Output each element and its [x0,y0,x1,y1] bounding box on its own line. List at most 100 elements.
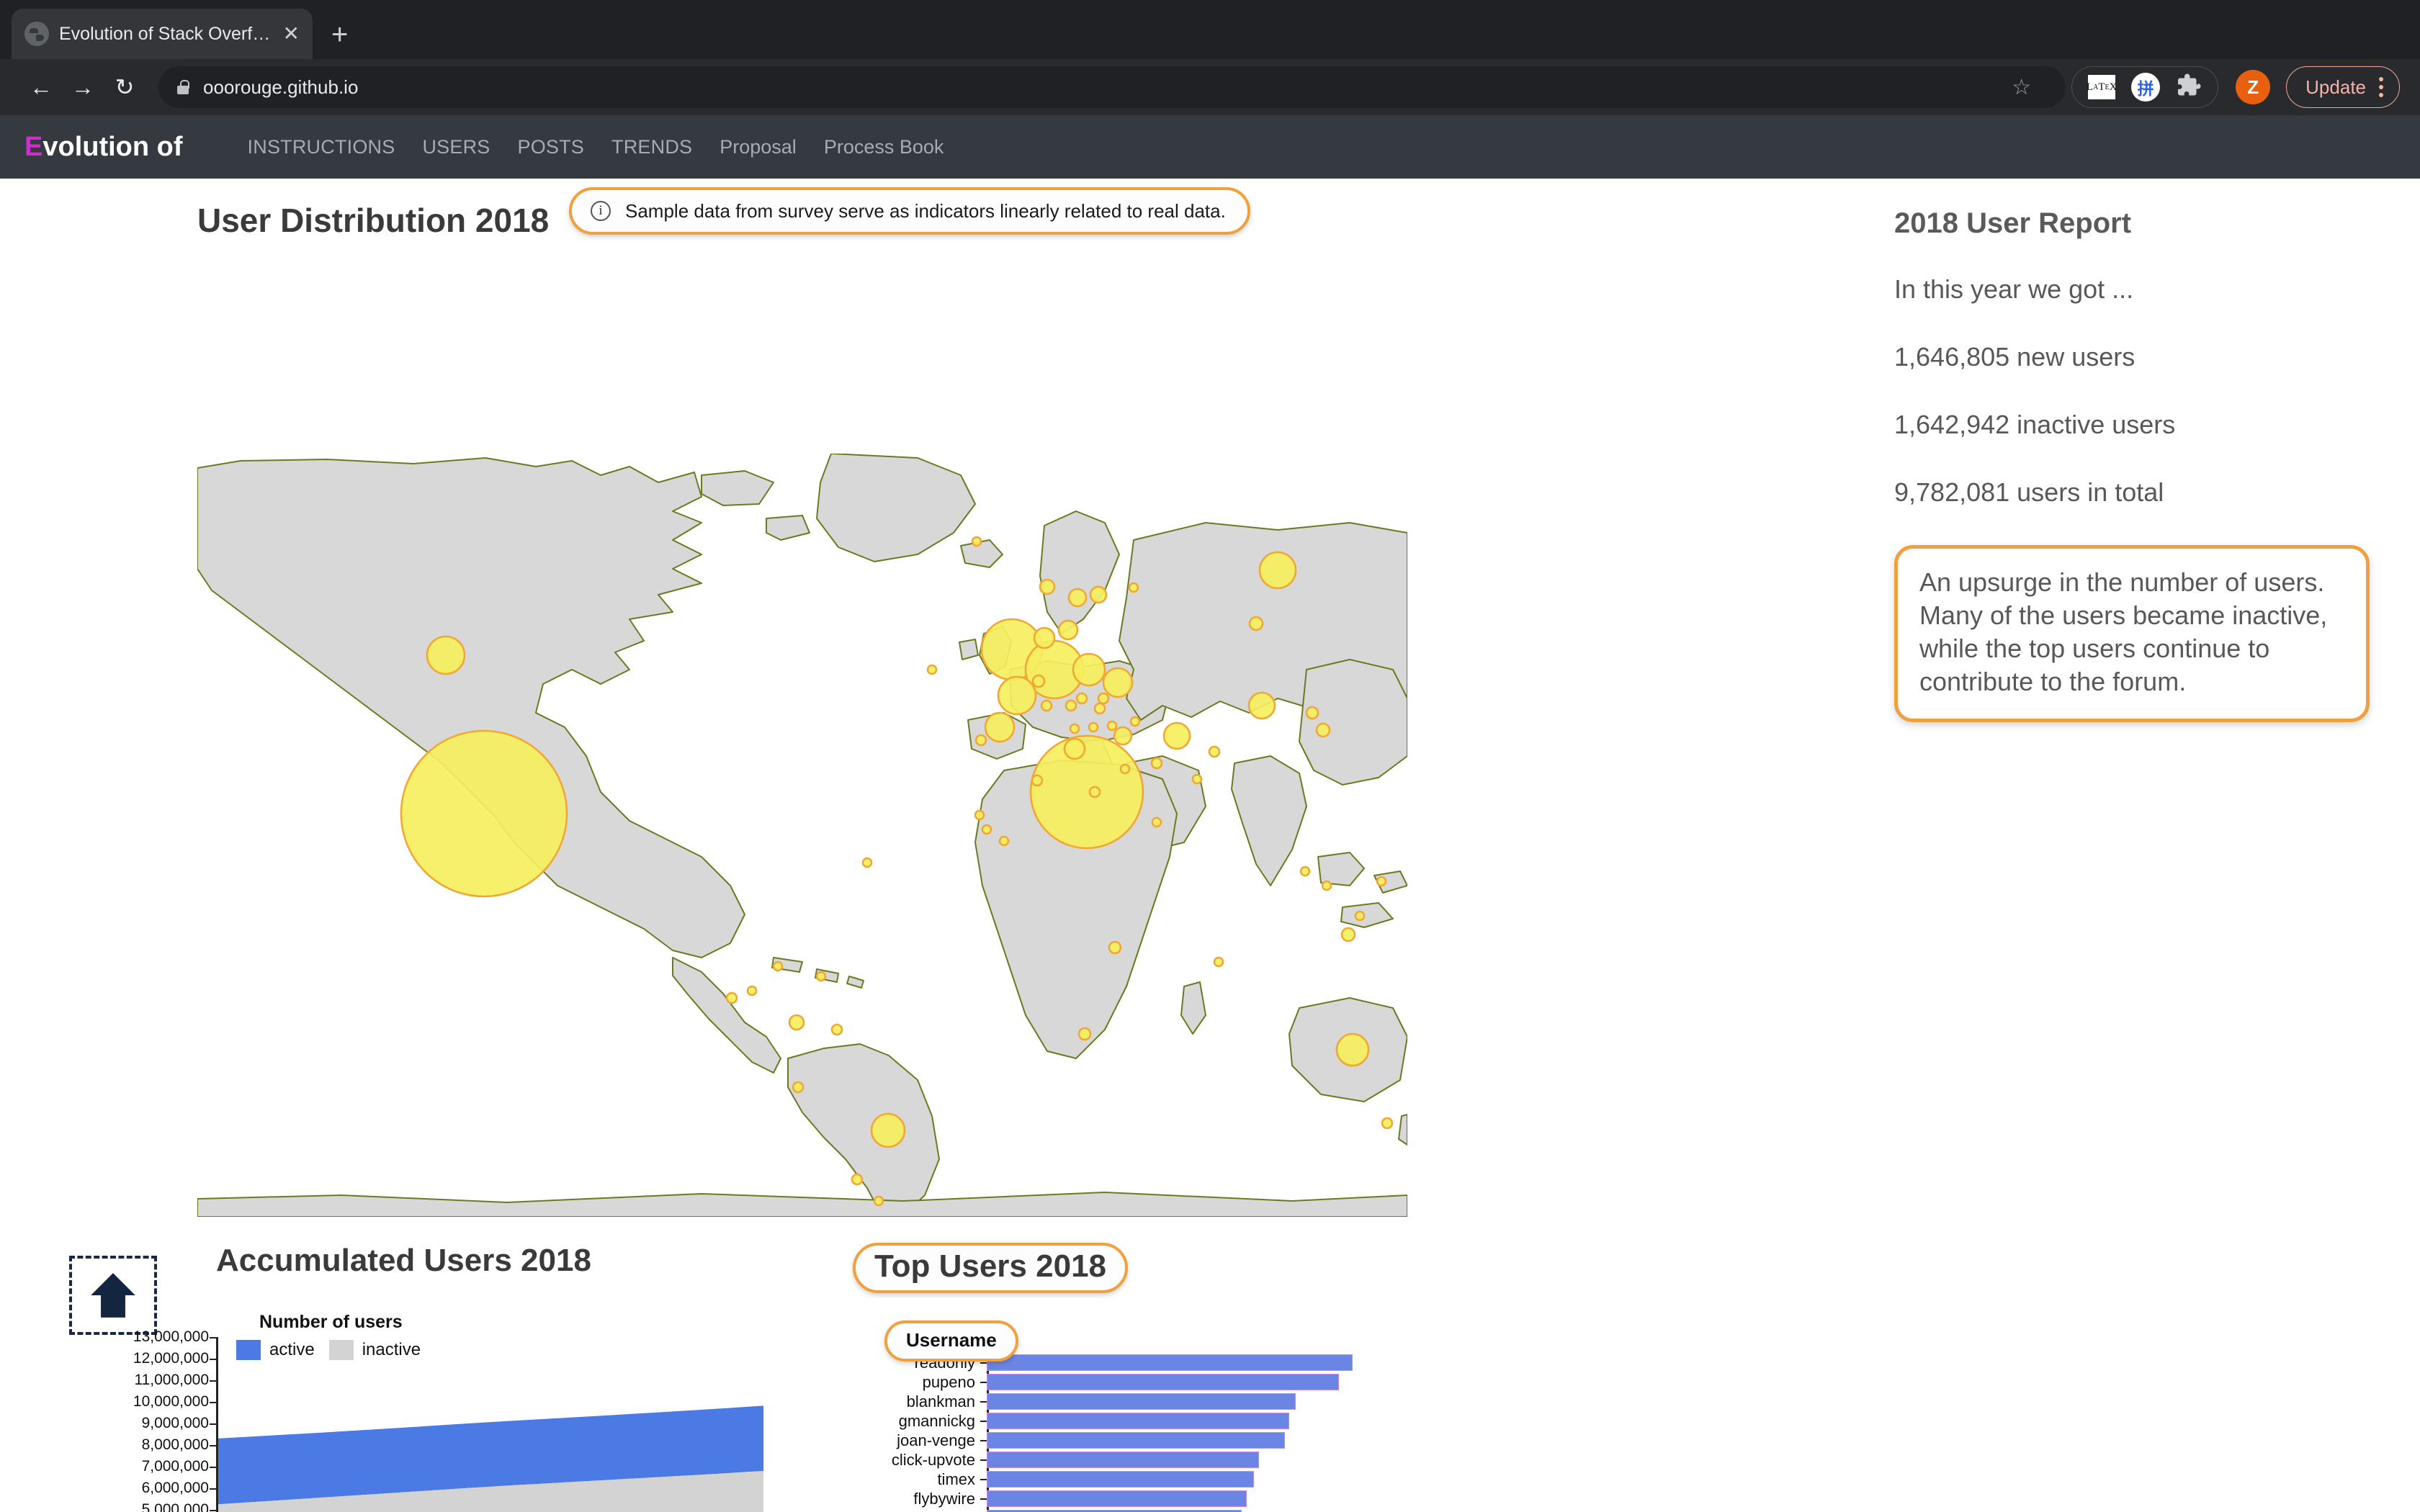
accum-y-tickmark [210,1337,216,1338]
accum-y-tickmark [210,1380,216,1382]
top-users-bar-row[interactable]: click-upvote [892,1451,1448,1469]
page-content: User Distribution 2018 i Sample data fro… [0,179,2420,1512]
top-users-bar-row[interactable]: readonly [915,1354,1448,1372]
report-callout-text: An upsurge in the number of users. Many … [1919,567,2328,697]
accum-y-tickmark [210,1467,216,1468]
accumulated-plot-area: active inactive 01,000,0002,000,0003,000… [133,1328,763,1512]
report-title: 2018 User Report [1894,207,2132,239]
site-nav-links: INSTRUCTIONS USERS POSTS TRENDS Proposal… [248,136,944,158]
top-users-bar-label: joan-venge [897,1431,975,1449]
accumulated-area-svg [216,1405,763,1512]
update-button[interactable]: Update [2305,76,2366,99]
report-inactive-users: 1,642,942 inactive users [1894,410,2176,439]
avatar[interactable]: Z [2236,70,2271,104]
top-users-tickmark [980,1400,987,1403]
top-users-tickmark [980,1439,987,1441]
accum-y-tick: 13,000,000 [133,1328,209,1345]
top-users-bar[interactable] [987,1413,1290,1429]
browser-toolbar: ← → ↻ ooorouge.github.io ☆ LATEX 拼 Z Upd… [0,59,2420,115]
address-bar[interactable]: ooorouge.github.io ☆ [158,66,2066,108]
top-users-bar[interactable] [987,1374,1339,1390]
top-users-bar[interactable] [987,1432,1285,1449]
forward-button[interactable]: → [62,66,104,108]
top-users-bar-label: blankman [906,1392,975,1410]
kebab-menu-icon[interactable] [2379,77,2383,97]
brand-rest: volution of [42,131,183,162]
accum-y-tickmark [210,1445,216,1446]
pinyin-extension-icon[interactable]: 拼 [2131,73,2161,102]
world-map[interactable] [197,454,1407,1217]
info-icon: i [591,201,611,221]
latex-extension-icon[interactable]: LATEX [2087,75,2117,99]
top-users-bar-row[interactable]: flybywire [913,1490,1448,1508]
url-text[interactable]: ooorouge.github.io [203,76,1997,99]
legend-swatch-inactive [328,1340,354,1360]
accum-y-tickmark [210,1402,216,1403]
reload-button[interactable]: ↻ [104,66,145,108]
top-users-bar-label: flybywire [913,1489,975,1508]
close-icon[interactable]: ✕ [283,24,300,44]
tab-title: Evolution of Stack Overflow [59,23,273,44]
map-section: User Distribution 2018 i Sample data fro… [0,179,1484,1217]
nav-link-posts[interactable]: POSTS [517,136,584,158]
puzzle-extensions-icon[interactable] [2176,73,2202,102]
accum-y-tickmark [210,1488,216,1490]
site-brand[interactable]: Evolution of [24,132,183,163]
legend-item-active[interactable]: active [236,1340,315,1360]
top-users-bar-label: click-upvote [891,1450,975,1469]
page-title: User Distribution 2018 [197,202,550,239]
top-users-bar[interactable] [987,1393,1296,1410]
nav-link-proposal[interactable]: Proposal [720,136,797,158]
accum-y-tick: 5,000,000 [141,1501,209,1512]
top-users-bar-row[interactable]: gmannickg [899,1412,1448,1430]
legend-item-inactive[interactable]: inactive [328,1340,421,1360]
accum-y-tick: 11,000,000 [134,1372,209,1388]
accum-y-tick: 7,000,000 [141,1458,209,1475]
nav-link-trends[interactable]: TRENDS [611,136,692,158]
nav-link-instructions[interactable]: INSTRUCTIONS [248,136,395,158]
top-users-plot-area: readonly pupeno blankman gmannickg joan-veng… [892,1350,1448,1512]
extensions-group: LATEX 拼 [2071,66,2219,108]
report-new-users: 1,646,805 new users [1894,342,2136,372]
top-users-tickmark [980,1478,987,1480]
top-users-bar[interactable] [987,1354,1353,1371]
site-navbar: Evolution of INSTRUCTIONS USERS POSTS TR… [0,115,2420,179]
username-axis-pill: Username [884,1320,1018,1362]
lock-icon [177,80,189,94]
map-tooltip-text: Sample data from survey serve as indicat… [625,199,1226,222]
top-users-bar-row[interactable]: blankman [907,1392,1448,1410]
scroll-to-top-button[interactable] [69,1256,157,1335]
top-users-bar-row[interactable]: joan-venge [897,1431,1448,1449]
map-info-tooltip: i Sample data from survey serve as indic… [569,187,1250,235]
top-users-tickmark [980,1420,987,1422]
accum-y-tick: 6,000,000 [141,1480,209,1496]
top-users-bar[interactable] [987,1471,1255,1488]
top-users-bar[interactable] [987,1490,1247,1507]
nav-link-process-book[interactable]: Process Book [824,136,944,158]
accumulated-legend: active inactive [236,1340,421,1360]
top-users-chart[interactable]: Top Users 2018 Username Reputation reado… [850,1243,1484,1512]
accum-y-tick: 8,000,000 [141,1436,209,1453]
back-button[interactable]: ← [20,66,62,108]
report-callout: An upsurge in the number of users. Many … [1894,545,2370,723]
top-users-bar-row[interactable]: timex [937,1470,1448,1488]
nav-link-users[interactable]: USERS [422,136,490,158]
new-tab-button[interactable]: + [331,20,348,49]
arrow-up-icon [91,1273,135,1318]
bookmark-star-icon[interactable]: ☆ [2012,75,2031,100]
browser-tab[interactable]: Evolution of Stack Overflow ✕ [12,9,313,59]
top-users-title-pill: Top Users 2018 [853,1243,1129,1294]
legend-label-active: active [269,1340,315,1359]
browser-chrome: Evolution of Stack Overflow ✕ + ← → ↻ oo… [0,0,2420,115]
top-users-tickmark [980,1498,987,1500]
accumulated-users-chart[interactable]: Accumulated Users 2018 Number of users a… [133,1243,778,1512]
accumulated-chart-title: Accumulated Users 2018 [216,1243,591,1278]
accum-y-axis [216,1337,218,1512]
accum-y-tick: 9,000,000 [141,1415,209,1431]
report-panel: 2018 User Report In this year we got ...… [1894,207,2370,723]
top-users-bar[interactable] [987,1452,1259,1468]
top-users-bar-row[interactable]: pupeno [923,1373,1448,1391]
tab-strip: Evolution of Stack Overflow ✕ + [0,0,2420,59]
report-total-users: 9,782,081 users in total [1894,477,2164,507]
accumulated-y-axis-label: Number of users [259,1312,403,1332]
